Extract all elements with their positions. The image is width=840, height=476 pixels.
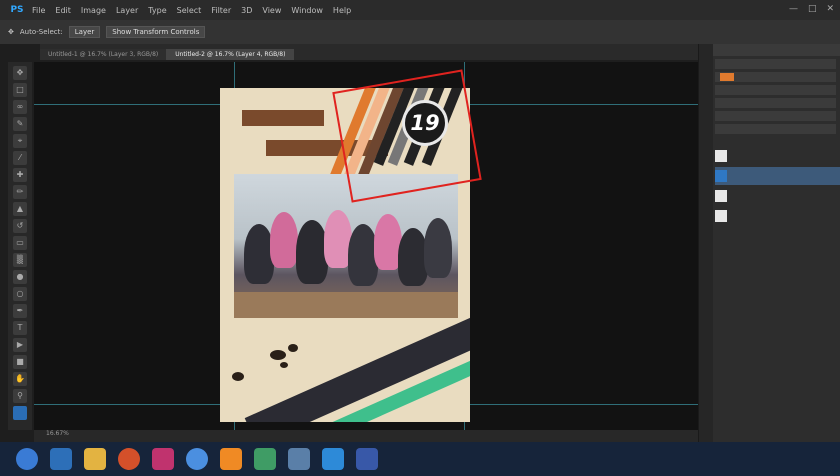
zoom-level[interactable]: 16.67% xyxy=(46,430,69,437)
properties-row[interactable] xyxy=(715,98,836,108)
tab-document-1[interactable]: Untitled-1 @ 16.7% (Layer 3, RGB/8) xyxy=(40,49,168,60)
folder-icon[interactable] xyxy=(84,448,106,470)
auto-select-label: Auto-Select: xyxy=(19,28,63,36)
transform-controls-checkbox[interactable]: Show Transform Controls xyxy=(106,26,206,38)
menu-image[interactable]: Image xyxy=(81,6,106,15)
ink-splatter xyxy=(270,350,286,360)
poster-title-line-1 xyxy=(242,110,324,126)
canvas-area[interactable]: 19 xyxy=(34,62,698,430)
photo-person xyxy=(424,218,452,278)
stamp-icon[interactable]: ▲ xyxy=(13,202,27,216)
status-bar: 16.67% xyxy=(34,430,698,442)
ink-splatter xyxy=(280,362,288,368)
layer-row[interactable] xyxy=(715,187,840,205)
photo-person xyxy=(270,212,298,268)
menu-file[interactable]: File xyxy=(32,6,45,15)
blur-icon[interactable]: ● xyxy=(13,270,27,284)
menu-edit[interactable]: Edit xyxy=(55,6,71,15)
move-icon[interactable]: ✥ xyxy=(13,66,27,80)
quick-select-icon[interactable]: ✎ xyxy=(13,117,27,131)
red-highlight-box xyxy=(332,69,482,203)
properties-row[interactable] xyxy=(715,85,836,95)
auto-select-dropdown[interactable]: Layer xyxy=(68,26,101,38)
media-icon[interactable] xyxy=(118,448,140,470)
photoshop-logo-icon: PS xyxy=(10,5,24,15)
brush-icon[interactable]: ✏ xyxy=(13,185,27,199)
menu-view[interactable]: View xyxy=(262,6,281,15)
layer-row[interactable] xyxy=(715,147,840,165)
move-tool-icon[interactable]: ✥ xyxy=(8,28,14,36)
document-tabs: Untitled-1 @ 16.7% (Layer 3, RGB/8) Unti… xyxy=(40,44,700,60)
heal-icon[interactable]: ✚ xyxy=(13,168,27,182)
properties-panel-header[interactable] xyxy=(699,44,840,56)
layer-thumbnail xyxy=(715,150,727,162)
panel-icon-strip xyxy=(699,44,713,442)
layer-row-selected[interactable] xyxy=(715,167,840,185)
tab-document-2[interactable]: Untitled-2 @ 16.7% (Layer 4, RGB/8) xyxy=(167,49,295,60)
explorer-icon[interactable] xyxy=(288,448,310,470)
hand-icon[interactable]: ✋ xyxy=(13,372,27,386)
start-button[interactable] xyxy=(16,448,38,470)
shape-icon[interactable]: ■ xyxy=(13,355,27,369)
close-icon[interactable]: ✕ xyxy=(826,4,834,14)
marquee-icon[interactable]: □ xyxy=(13,83,27,97)
windows-taskbar xyxy=(0,442,840,476)
lasso-icon[interactable]: ∞ xyxy=(13,100,27,114)
photos-icon[interactable] xyxy=(254,448,276,470)
menu-window[interactable]: Window xyxy=(291,6,323,15)
layer-thumbnail xyxy=(715,170,727,182)
menu-filter[interactable]: Filter xyxy=(211,6,231,15)
pen-icon[interactable]: ✒ xyxy=(13,304,27,318)
ie-icon[interactable] xyxy=(50,448,72,470)
menu-type[interactable]: Type xyxy=(148,6,166,15)
photo-floor xyxy=(234,292,458,318)
minimize-icon[interactable]: — xyxy=(789,4,798,14)
chrome-icon[interactable] xyxy=(186,448,208,470)
layer-thumbnail xyxy=(715,190,727,202)
menu-select[interactable]: Select xyxy=(177,6,202,15)
menu-layer[interactable]: Layer xyxy=(116,6,138,15)
properties-row[interactable] xyxy=(715,124,836,134)
diagonal-dark-band xyxy=(244,316,470,422)
mail-icon[interactable] xyxy=(152,448,174,470)
crop-icon[interactable]: ⌖ xyxy=(13,134,27,148)
ink-splatter xyxy=(232,372,244,381)
eraser-icon[interactable]: ▭ xyxy=(13,236,27,250)
folder-orange-icon[interactable] xyxy=(220,448,242,470)
layer-thumbnail xyxy=(715,210,727,222)
orange-swatch[interactable] xyxy=(720,72,734,81)
zoom-icon[interactable]: ⚲ xyxy=(13,389,27,403)
gradient-icon[interactable]: ▒ xyxy=(13,253,27,267)
right-panels xyxy=(698,44,840,442)
ink-splatter xyxy=(288,344,298,352)
maximize-icon[interactable]: □ xyxy=(808,4,817,14)
history-brush-icon[interactable]: ↺ xyxy=(13,219,27,233)
word-icon[interactable] xyxy=(356,448,378,470)
type-icon[interactable]: T xyxy=(13,321,27,335)
menu-help[interactable]: Help xyxy=(333,6,351,15)
group-photo xyxy=(234,174,458,318)
menu-3d[interactable]: 3D xyxy=(241,6,252,15)
properties-row[interactable] xyxy=(715,59,836,69)
foreground-color-swatch[interactable] xyxy=(13,406,27,420)
path-select-icon[interactable]: ▶ xyxy=(13,338,27,352)
tools-panel: ✥ □ ∞ ✎ ⌖ ⁄ ✚ ✏ ▲ ↺ ▭ ▒ ● ○ ✒ T ▶ ■ ✋ ⚲ xyxy=(8,62,32,430)
properties-row[interactable] xyxy=(715,111,836,121)
eyedropper-icon[interactable]: ⁄ xyxy=(13,151,27,165)
ps-icon[interactable] xyxy=(322,448,344,470)
dodge-icon[interactable]: ○ xyxy=(13,287,27,301)
properties-row[interactable] xyxy=(715,72,836,82)
layer-row[interactable] xyxy=(715,207,840,225)
menu-bar: PS File Edit Image Layer Type Select Fil… xyxy=(0,0,840,20)
options-bar: ✥ Auto-Select: Layer Show Transform Cont… xyxy=(0,20,840,44)
